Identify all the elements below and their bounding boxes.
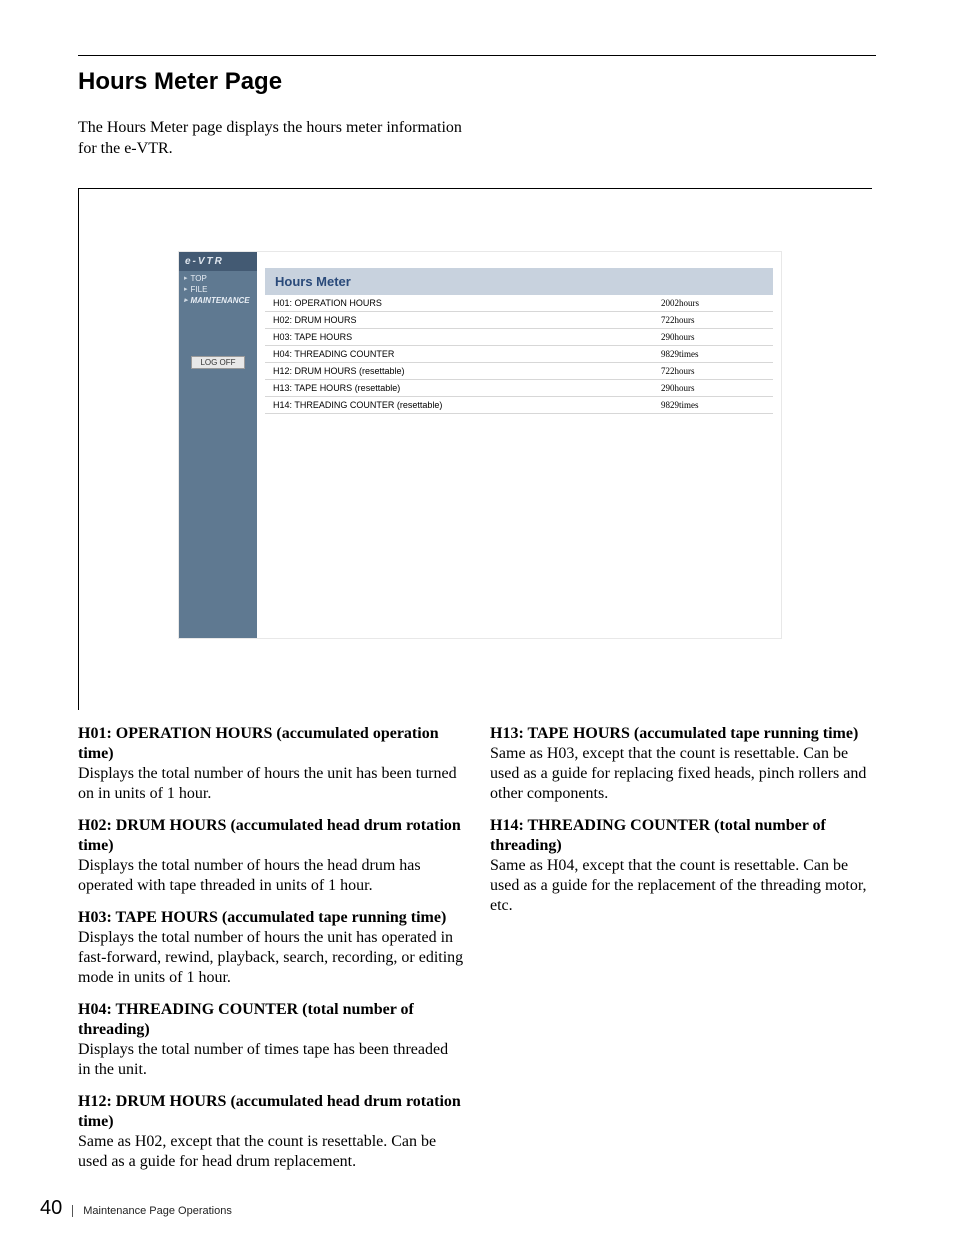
tab-bar (257, 252, 781, 268)
arrow-right-icon: ▸ (184, 274, 188, 282)
desc-item: H04: THREADING COUNTER (total number of … (78, 1000, 464, 1080)
desc-body: Displays the total number of times tape … (78, 1040, 464, 1080)
table-row: H12: DRUM HOURS (resettable) 722hours (265, 362, 773, 379)
right-column: H13: TAPE HOURS (accumulated tape runnin… (490, 724, 876, 1184)
meter-label: H14: THREADING COUNTER (resettable) (265, 396, 653, 413)
arrow-right-icon: ▸ (184, 296, 188, 304)
meter-label: H03: TAPE HOURS (265, 328, 653, 345)
desc-heading: H13: TAPE HOURS (accumulated tape runnin… (490, 724, 876, 744)
desc-item: H14: THREADING COUNTER (total number of … (490, 816, 876, 916)
nav-item-label: FILE (191, 285, 208, 294)
desc-item: H03: TAPE HOURS (accumulated tape runnin… (78, 908, 464, 988)
table-row: H03: TAPE HOURS 290hours (265, 328, 773, 345)
nav-item-label: TOP (191, 274, 207, 283)
meter-label: H04: THREADING COUNTER (265, 345, 653, 362)
intro-text: The Hours Meter page displays the hours … (78, 118, 478, 160)
desc-body: Displays the total number of hours the u… (78, 928, 464, 988)
meter-value: 9829times (653, 396, 773, 413)
app-window: e-VTR ▸ TOP ▸ FILE ▸ MAINTENANCE (179, 252, 781, 638)
sidebar: e-VTR ▸ TOP ▸ FILE ▸ MAINTENANCE (179, 252, 257, 638)
screenshot-figure: e-VTR ▸ TOP ▸ FILE ▸ MAINTENANCE (78, 188, 872, 710)
meter-label: H02: DRUM HOURS (265, 311, 653, 328)
desc-heading: H14: THREADING COUNTER (total number of … (490, 816, 876, 856)
desc-body: Same as H04, except that the count is re… (490, 856, 876, 916)
brand-label: e-VTR (179, 252, 257, 271)
table-row: H04: THREADING COUNTER 9829times (265, 345, 773, 362)
page-number: 40 (40, 1197, 62, 1220)
desc-item: H12: DRUM HOURS (accumulated head drum r… (78, 1092, 464, 1172)
desc-heading: H04: THREADING COUNTER (total number of … (78, 1000, 464, 1040)
description-columns: H01: OPERATION HOURS (accumulated operat… (78, 724, 876, 1184)
nav-item-top[interactable]: ▸ TOP (179, 273, 257, 284)
meter-value: 2002hours (653, 295, 773, 312)
footer-label: Maintenance Page Operations (72, 1205, 232, 1217)
section-title: Hours Meter Page (78, 68, 876, 96)
left-column: H01: OPERATION HOURS (accumulated operat… (78, 724, 464, 1184)
desc-heading: H12: DRUM HOURS (accumulated head drum r… (78, 1092, 464, 1132)
meter-value: 722hours (653, 362, 773, 379)
panel-title: Hours Meter (265, 268, 773, 295)
table-row: H13: TAPE HOURS (resettable) 290hours (265, 379, 773, 396)
top-rule (78, 55, 876, 56)
meter-label: H01: OPERATION HOURS (265, 295, 653, 312)
desc-heading: H02: DRUM HOURS (accumulated head drum r… (78, 816, 464, 856)
page-footer: 40 Maintenance Page Operations (40, 1197, 232, 1220)
nav-list: ▸ TOP ▸ FILE ▸ MAINTENANCE (179, 271, 257, 308)
table-row: H01: OPERATION HOURS 2002hours (265, 295, 773, 312)
logoff-button[interactable]: LOG OFF (191, 356, 244, 369)
desc-body: Same as H03, except that the count is re… (490, 744, 876, 804)
meter-label: H12: DRUM HOURS (resettable) (265, 362, 653, 379)
meter-value: 290hours (653, 379, 773, 396)
desc-body: Same as H02, except that the count is re… (78, 1132, 464, 1172)
desc-body: Displays the total number of hours the u… (78, 764, 464, 804)
hours-meter-panel: Hours Meter H01: OPERATION HOURS 2002hou… (265, 268, 773, 414)
hours-meter-table: H01: OPERATION HOURS 2002hours H02: DRUM… (265, 295, 773, 414)
meter-value: 722hours (653, 311, 773, 328)
arrow-right-icon: ▸ (184, 285, 188, 293)
desc-item: H01: OPERATION HOURS (accumulated operat… (78, 724, 464, 804)
desc-heading: H03: TAPE HOURS (accumulated tape runnin… (78, 908, 464, 928)
meter-value: 290hours (653, 328, 773, 345)
nav-item-file[interactable]: ▸ FILE (179, 284, 257, 295)
meter-label: H13: TAPE HOURS (resettable) (265, 379, 653, 396)
meter-value: 9829times (653, 345, 773, 362)
table-row: H14: THREADING COUNTER (resettable) 9829… (265, 396, 773, 413)
nav-item-maintenance[interactable]: ▸ MAINTENANCE (179, 295, 257, 306)
desc-body: Displays the total number of hours the h… (78, 856, 464, 896)
desc-heading: H01: OPERATION HOURS (accumulated operat… (78, 724, 464, 764)
nav-item-label: MAINTENANCE (191, 296, 250, 305)
desc-item: H02: DRUM HOURS (accumulated head drum r… (78, 816, 464, 896)
main-panel: Hours Meter H01: OPERATION HOURS 2002hou… (257, 252, 781, 638)
desc-item: H13: TAPE HOURS (accumulated tape runnin… (490, 724, 876, 804)
table-row: H02: DRUM HOURS 722hours (265, 311, 773, 328)
